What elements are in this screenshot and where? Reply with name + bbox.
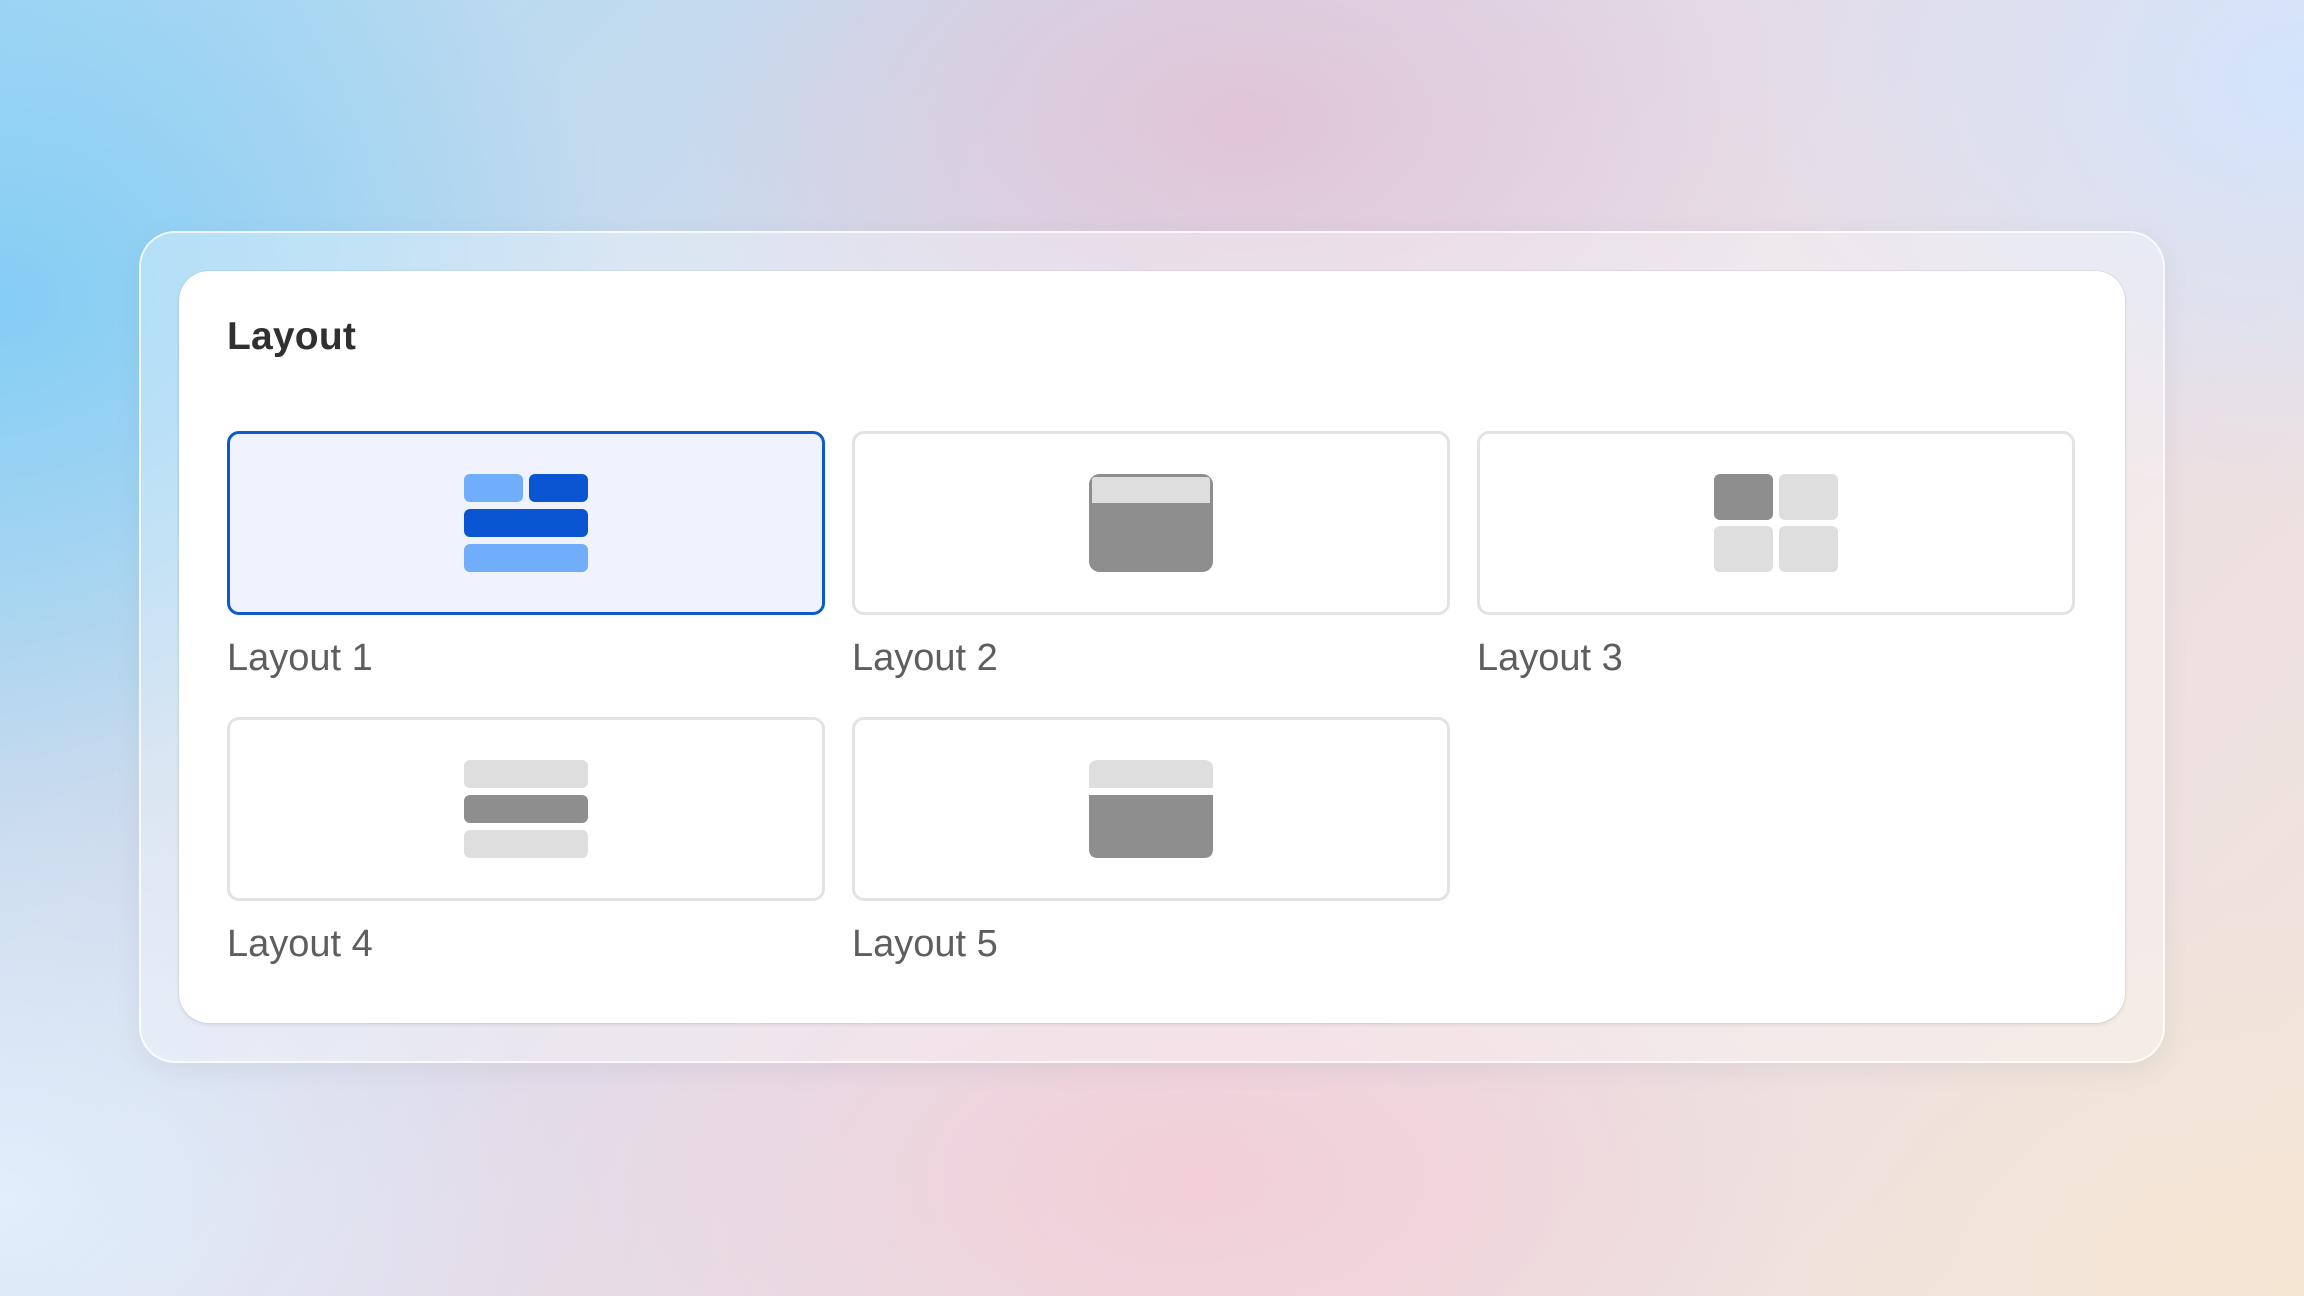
layout-option-2[interactable]: Layout 2 [852,431,1450,681]
layout-option-2-label: Layout 2 [852,637,998,679]
layout-option-5[interactable]: Layout 5 [852,717,1450,967]
layout-option-5-tile[interactable] [852,717,1450,901]
layout-option-5-label: Layout 5 [852,923,998,965]
layout-header-window-icon [1089,474,1213,572]
layout-header-body-icon [1089,760,1213,858]
layout-option-3-tile[interactable] [1477,431,2075,615]
layout-option-3-label: Layout 3 [1477,637,1623,679]
layout-option-2-tile[interactable] [852,431,1450,615]
layout-rows-split-icon [464,474,588,572]
layout-option-1[interactable]: Layout 1 [227,431,825,681]
layout-panel: Layout Layout 1 Layout 2 Layout 3 Layout… [179,271,2125,1023]
layout-option-4-label: Layout 4 [227,923,373,965]
layout-options-grid: Layout 1 Layout 2 Layout 3 Layout 4 Layo… [227,431,2075,967]
layout-three-rows-icon [464,760,588,858]
layout-option-4-tile[interactable] [227,717,825,901]
layout-option-1-label: Layout 1 [227,637,373,679]
layout-grid-2x2-icon [1714,474,1838,572]
layout-option-1-tile[interactable] [227,431,825,615]
panel-title: Layout [227,315,357,358]
layout-option-4[interactable]: Layout 4 [227,717,825,967]
layout-option-3[interactable]: Layout 3 [1477,431,2075,681]
